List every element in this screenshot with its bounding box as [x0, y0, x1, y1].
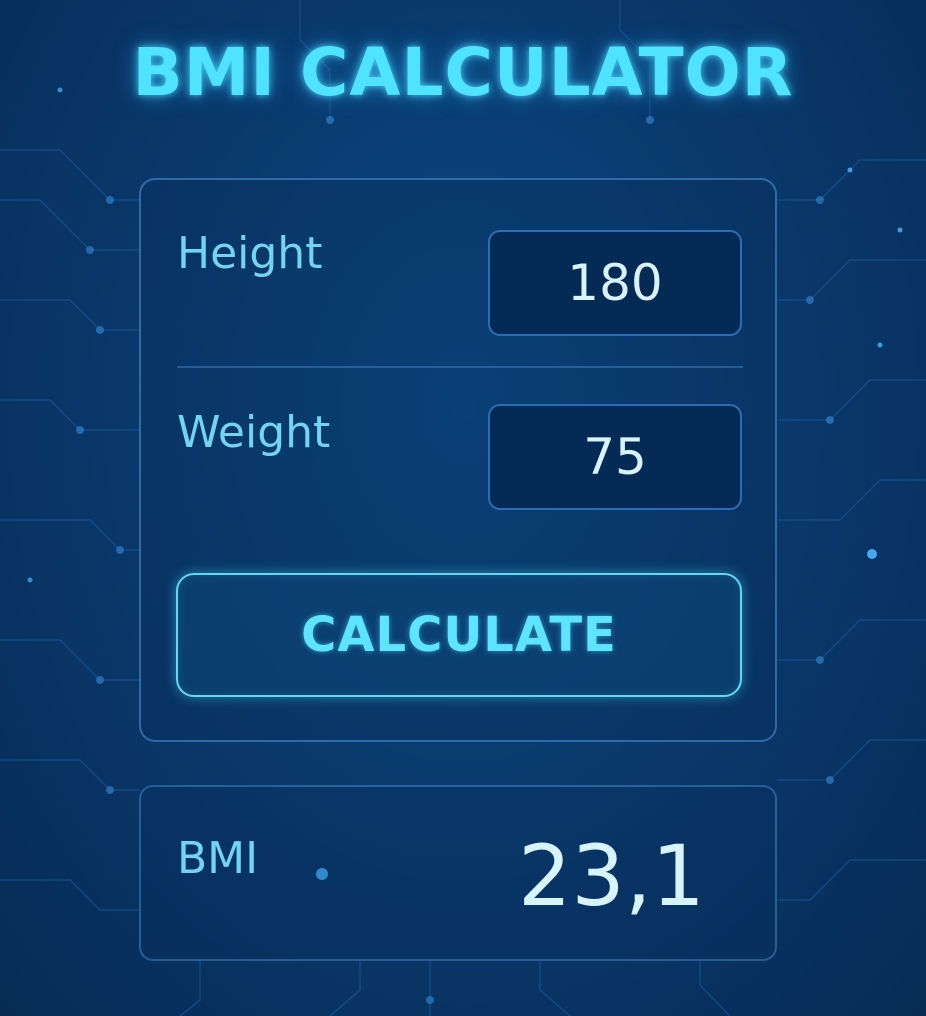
height-input[interactable] — [488, 230, 742, 336]
height-label: Height — [177, 228, 323, 279]
bmi-form-panel: Height Weight CALCULATE — [139, 178, 777, 742]
weight-input[interactable] — [488, 404, 742, 510]
calculate-button[interactable]: CALCULATE — [176, 573, 742, 697]
page-title: BMI CALCULATOR — [132, 34, 794, 111]
bmi-result-value: 23,1 — [517, 827, 705, 925]
bmi-result-label: BMI — [177, 833, 259, 884]
bmi-result-panel: BMI 23,1 — [139, 785, 777, 961]
form-divider — [177, 366, 743, 368]
weight-label: Weight — [177, 407, 331, 458]
